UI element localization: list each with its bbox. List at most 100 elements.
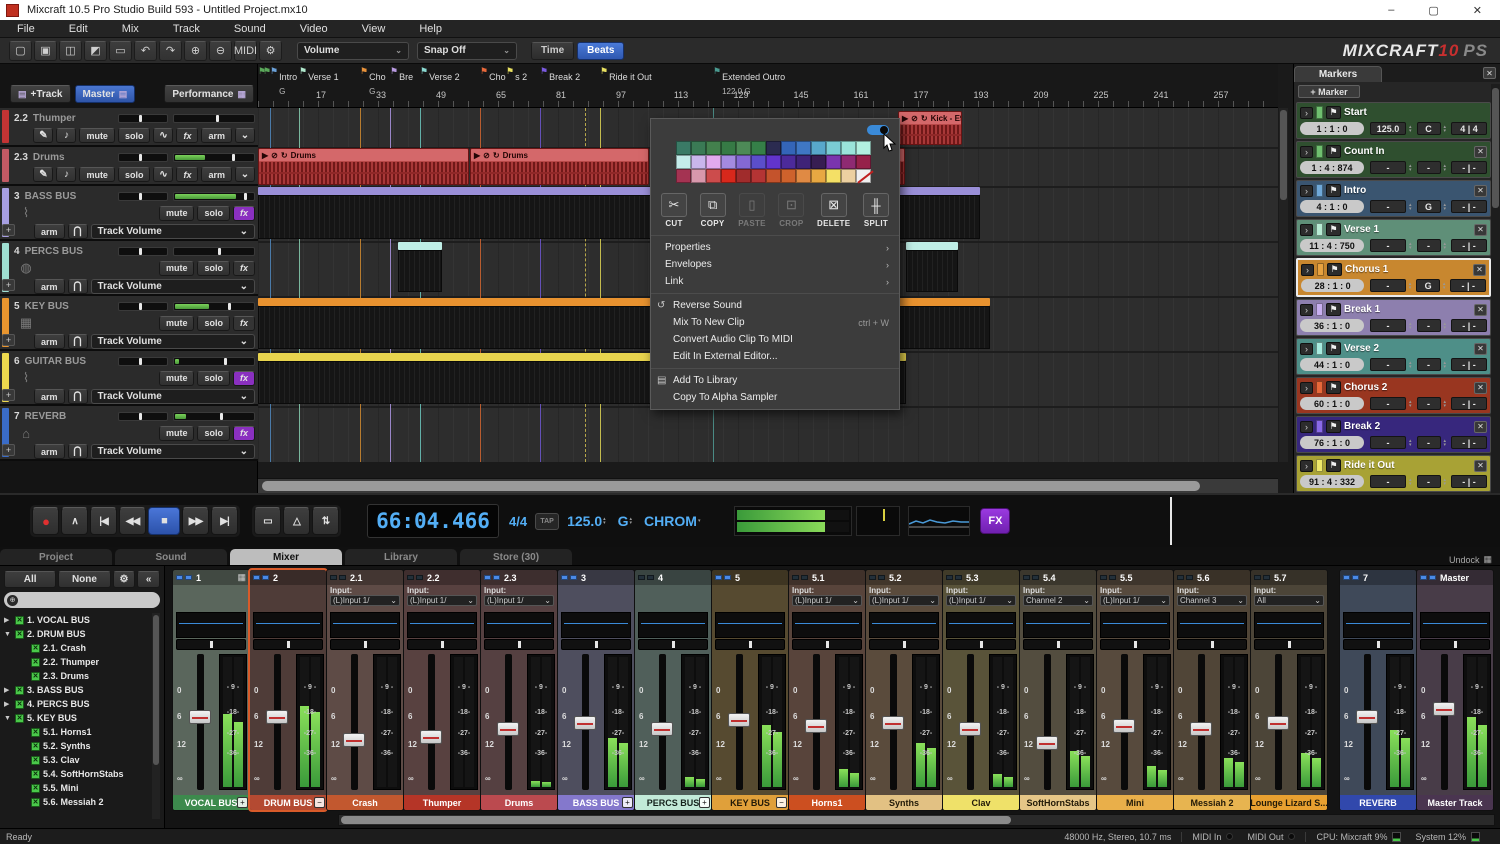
delete-marker-button[interactable]: ✕ (1474, 421, 1487, 433)
context-menu-item[interactable]: Envelopes › (651, 256, 899, 273)
record-button[interactable]: ● (32, 507, 59, 535)
arm-button[interactable]: arm (34, 334, 65, 349)
fx-button[interactable]: fx (233, 316, 255, 331)
channel-pan-slider[interactable] (1100, 639, 1170, 650)
add-track-button[interactable]: ▤+Track (10, 85, 71, 103)
render-icon[interactable]: ▭ (109, 41, 132, 61)
channel-name-label[interactable]: Clav (943, 795, 1019, 810)
color-swatch[interactable] (826, 169, 841, 183)
marker-key-field[interactable]: G (1417, 200, 1441, 213)
zoom-in-icon[interactable]: ⊕ (184, 41, 207, 61)
spinner-down-icon[interactable]: ▾ (1409, 365, 1412, 369)
add-lane-button[interactable]: + (2, 224, 15, 236)
channel-pan-slider[interactable] (176, 639, 246, 650)
volume-fader[interactable] (1433, 702, 1455, 716)
color-swatch[interactable] (766, 169, 781, 183)
color-swatch[interactable] (721, 141, 736, 155)
audio-clip-body[interactable] (906, 250, 958, 292)
volume-fader[interactable] (1036, 736, 1058, 750)
punch-io-button[interactable]: ⇅ (312, 507, 339, 535)
color-swatch[interactable] (736, 169, 751, 183)
mixer-channel-strip[interactable]: 4 ▦ Input: ⌄ 0612∞ (635, 570, 711, 810)
master-track-button[interactable]: Master▤ (75, 85, 136, 103)
draw-icon[interactable]: ✎ (33, 128, 53, 143)
no-color-swatch[interactable] (856, 169, 871, 183)
menu-item[interactable]: Video (283, 20, 345, 37)
color-swatch[interactable] (856, 141, 871, 155)
marker-key-field[interactable]: - (1417, 475, 1441, 488)
channel-header[interactable]: 1 ▦ (173, 570, 249, 585)
color-swatch[interactable] (751, 169, 766, 183)
add-lane-button[interactable]: + (2, 334, 15, 346)
channel-pan-slider[interactable] (330, 639, 400, 650)
timeline-ruler[interactable]: ⚑ ⚑ (258, 64, 1278, 108)
track-name[interactable]: Drums (33, 152, 113, 163)
volume-fader[interactable] (497, 722, 519, 736)
draw-icon[interactable]: ✎ (33, 167, 53, 182)
tree-checkbox[interactable]: ✕ (31, 658, 40, 667)
marker-key-field[interactable]: - (1417, 358, 1441, 371)
audio-clip[interactable]: ▶ ⊘ ↻ Kick - E90House (898, 111, 962, 145)
channel-expand-button[interactable]: + (237, 797, 248, 808)
key-value[interactable]: G (618, 513, 629, 529)
scale-mode-value[interactable]: CHROM (644, 513, 697, 529)
tree-item[interactable]: ✕ 2.3. Drums (4, 669, 160, 683)
tree-item[interactable]: ✕ 2.2. Thumper (4, 655, 160, 669)
time-display[interactable]: 66:04.466 (367, 504, 499, 538)
tree-checkbox[interactable]: ✕ (31, 672, 40, 681)
arm-button[interactable]: arm (34, 389, 65, 404)
volume-slider[interactable] (173, 302, 255, 311)
volume-fader[interactable] (1190, 722, 1212, 736)
color-swatch[interactable] (826, 141, 841, 155)
marker-expand-button[interactable]: › (1300, 146, 1313, 158)
color-swatch[interactable] (841, 155, 856, 169)
track-header[interactable]: 4 PERCS BUS ✎ ♪ mute solo ∿ (0, 241, 258, 296)
marker-timesig-field[interactable]: 4 | 4 (1451, 122, 1487, 135)
marker-timesig-field[interactable]: - | - (1451, 200, 1487, 213)
fx-button[interactable]: fx (233, 371, 255, 386)
volume-fader[interactable] (266, 710, 288, 724)
channel-header[interactable]: 7 ▦ (1340, 570, 1416, 585)
ruler-marker-flag[interactable]: ⚑ Verse 2 (420, 67, 460, 87)
spinner-down-icon[interactable]: ▾ (1444, 482, 1447, 486)
marker-timesig-field[interactable]: - | - (1451, 161, 1487, 174)
track-name[interactable]: PERCS BUS (25, 246, 113, 257)
loop-button[interactable]: ▭ (254, 507, 281, 535)
marker-key-field[interactable]: - (1417, 397, 1441, 410)
spinner-down-icon[interactable]: ▾ (1409, 326, 1412, 330)
spinner-down-icon[interactable]: ▾ (1444, 443, 1447, 447)
channel-expand-button[interactable]: − (314, 797, 325, 808)
channel-header[interactable]: 5.7 ▦ (1251, 570, 1327, 585)
add-lane-button[interactable]: + (2, 279, 15, 291)
mute-button[interactable]: mute (159, 371, 195, 386)
go-to-start-button[interactable]: |◀ (90, 507, 117, 535)
marker-timesig-field[interactable]: - | - (1451, 436, 1487, 449)
marker-key-field[interactable]: C (1417, 122, 1441, 135)
mixer-channel-strip[interactable]: 5.1 ▦ Input: (L)Input 1/ ⌄ 06 (789, 570, 865, 810)
marker-timesig-field[interactable]: - | - (1450, 279, 1486, 292)
channel-eq-display[interactable] (792, 612, 862, 638)
ruler-marker-flag[interactable]: ⚑ Bre (390, 67, 413, 87)
channel-name-label[interactable]: Messiah 2 (1174, 795, 1250, 810)
automation-lane-select[interactable]: Track Volume⌄ (91, 444, 255, 459)
markers-tab[interactable]: Markers (1294, 66, 1382, 82)
track-name[interactable]: Thumper (33, 113, 113, 124)
spinner-down-icon[interactable]: ▾ (1409, 443, 1412, 447)
marker-tempo-field[interactable]: - (1370, 319, 1406, 332)
clip-loop-icon[interactable]: ↻ (493, 151, 500, 160)
channel-name-label[interactable]: Lounge Lizard S... (1251, 795, 1327, 810)
channel-expand-button[interactable]: − (776, 797, 787, 808)
input-select[interactable]: All ⌄ (1254, 595, 1324, 606)
color-swatch[interactable] (766, 141, 781, 155)
volume-slider[interactable] (173, 153, 255, 162)
context-action-button[interactable]: ▯ PASTE (738, 193, 766, 228)
lock-icon[interactable]: ⋂ (68, 334, 88, 349)
go-to-end-button[interactable]: ▶| (211, 507, 238, 535)
channel-header[interactable]: 2 ▦ (250, 570, 326, 585)
volume-fader[interactable] (1113, 719, 1135, 733)
tree-item[interactable]: ✕ 5.3. Clav (4, 753, 160, 767)
channel-header[interactable]: 2.3 ▦ (481, 570, 557, 585)
mixer-search-input[interactable]: ⊕ (4, 592, 160, 608)
channel-header[interactable]: 3 ▦ (558, 570, 634, 585)
color-swatch[interactable] (781, 141, 796, 155)
